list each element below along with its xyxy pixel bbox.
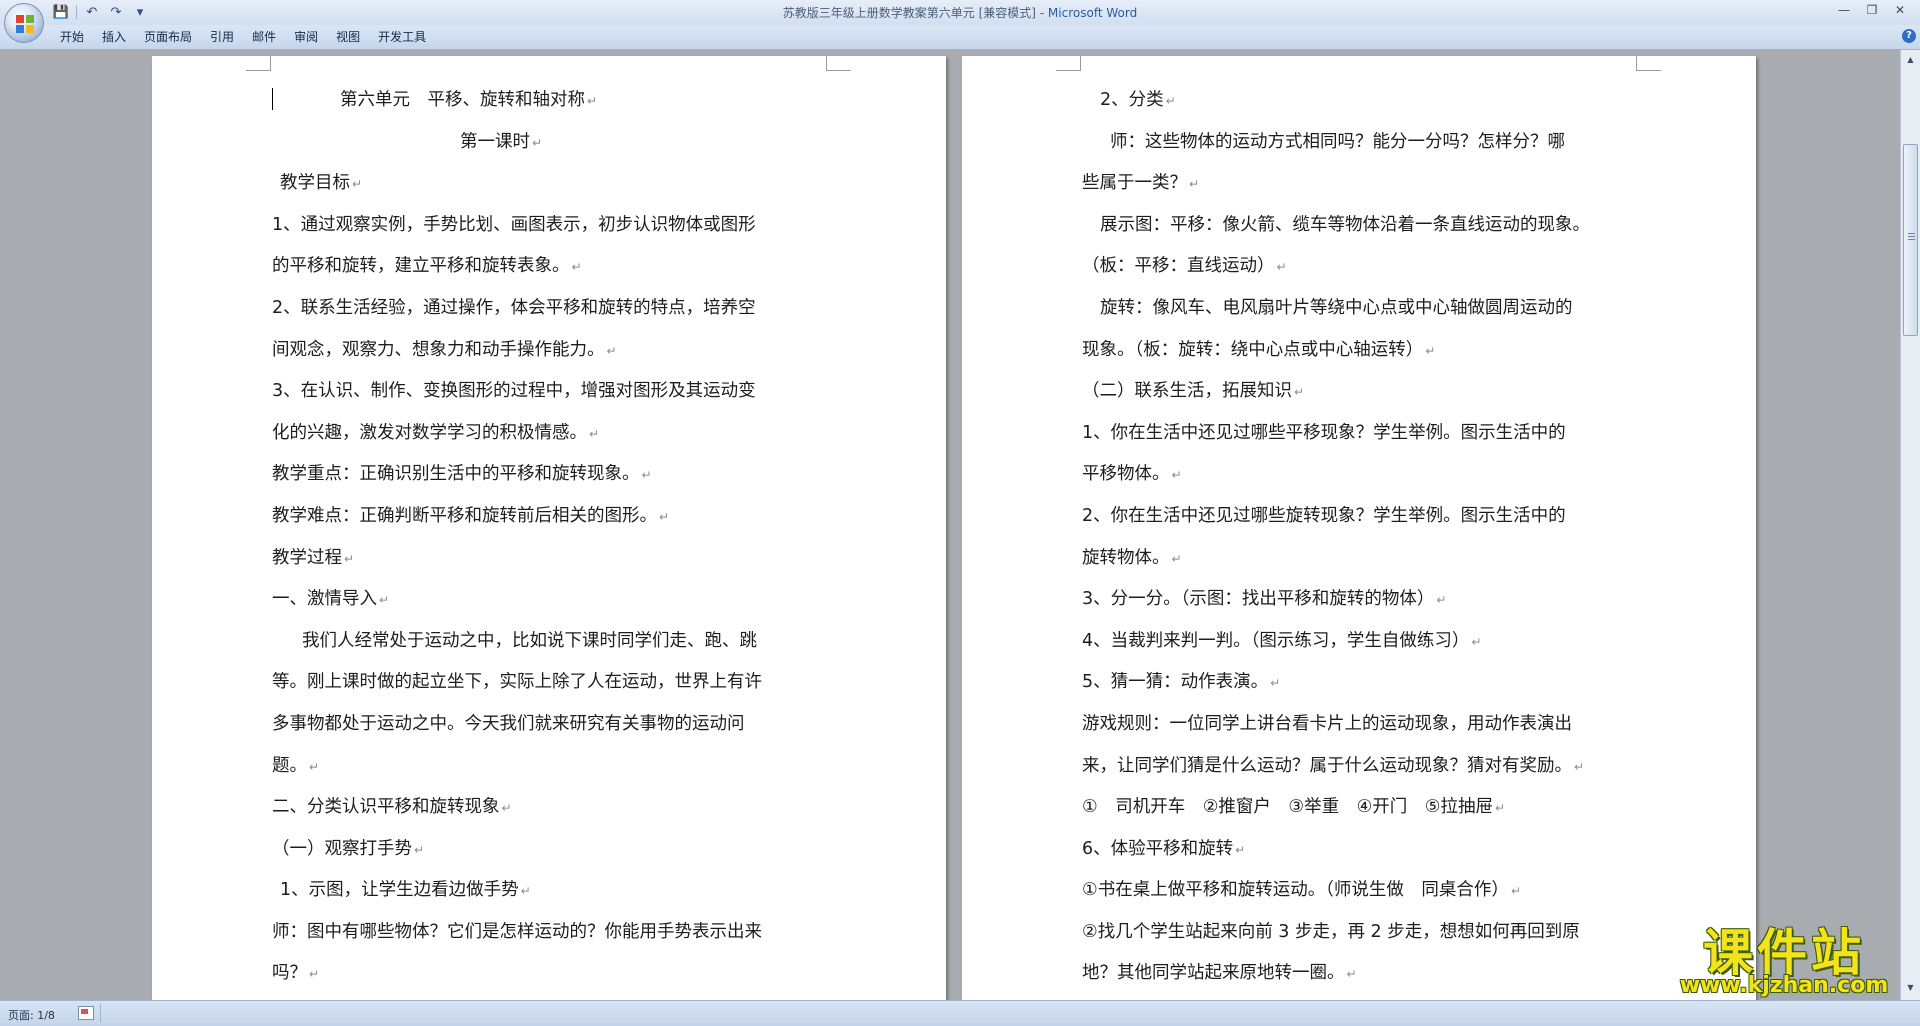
doc-line: 多事物都处于运动之中。今天我们就来研究有关事物的运动问 bbox=[272, 713, 745, 734]
doc-line: 来，让同学们猜是什么运动？属于什么运动现象？猜对有奖励。 ↵ bbox=[1082, 755, 1585, 776]
doc-line: 旋转物体。 ↵ bbox=[1082, 547, 1182, 568]
office-logo-icon bbox=[16, 15, 34, 33]
doc-line: 等。刚上课时做的起立坐下，实际上除了人在运动，世界上有许 bbox=[272, 672, 762, 693]
watermark-url: www.kjzhan.com bbox=[1679, 973, 1889, 998]
doc-line: 教学难点：正确判断平移和旋转前后相关的图形。 ↵ bbox=[272, 505, 670, 526]
doc-line: 6、体验平移和旋转 ↵ bbox=[1082, 838, 1246, 859]
doc-line: 平移物体。 ↵ bbox=[1082, 464, 1182, 485]
doc-line: 3、在认识、制作、变换图形的过程中，增强对图形及其运动变 bbox=[272, 381, 756, 402]
doc-line: （一）观察打手势 ↵ bbox=[272, 838, 425, 859]
doc-line: ②找几个学生站起来向前 3 步走，再 2 步走，想想如何再回到原 bbox=[1082, 921, 1580, 942]
doc-line: 游戏规则：一位同学上讲台看卡片上的运动现象，用动作表演出 bbox=[1082, 713, 1572, 734]
tab-view[interactable]: 视图 bbox=[336, 29, 378, 45]
margin-corner-mark bbox=[826, 56, 851, 71]
doc-line: 二、分类认识平移和旋转现象 ↵ bbox=[272, 797, 512, 818]
tab-page-layout[interactable]: 页面布局 bbox=[144, 29, 210, 45]
tab-references[interactable]: 引用 bbox=[210, 29, 252, 45]
tab-home[interactable]: 开始 bbox=[60, 29, 102, 45]
window-title: 苏教版三年级上册数学教案第六单元 [兼容模式] - Microsoft Word bbox=[0, 4, 1920, 21]
doc-line: 5、猜一猜：动作表演。 ↵ bbox=[1082, 672, 1281, 693]
doc-line: 化的兴趣，激发对数学学习的积极情感。 ↵ bbox=[272, 422, 600, 443]
left-page-text[interactable]: 第六单元 平移、旋转和轴对称 ↵ 第一课时 ↵ 教学目标 ↵ 1、通过观察实例，手势比… bbox=[272, 80, 832, 995]
doc-line: 1、示图，让学生边看边做手势 ↵ bbox=[280, 880, 531, 901]
app-name: Microsoft Word bbox=[1047, 6, 1138, 20]
tab-insert[interactable]: 插入 bbox=[102, 29, 144, 45]
doc-line: 展示图：平移：像火箭、缆车等物体沿着一条直线运动的现象。 bbox=[1100, 214, 1590, 235]
doc-line: 3、分一分。（示图：找出平移和旋转的物体） ↵ bbox=[1082, 589, 1447, 610]
doc-line: 我们人经常处于运动之中，比如说下课时同学们走、跑、跳 bbox=[302, 630, 757, 651]
doc-line: 教学过程 ↵ bbox=[272, 547, 355, 568]
doc-line: 2、分类 ↵ bbox=[1100, 90, 1176, 110]
doc-line: 第六单元 平移、旋转和轴对称 ↵ bbox=[340, 90, 598, 110]
minimize-button[interactable]: — bbox=[1830, 0, 1858, 20]
office-button[interactable] bbox=[4, 3, 44, 43]
document-title: 苏教版三年级上册数学教案第六单元 [兼容模式] - bbox=[782, 6, 1048, 20]
document-page-right[interactable]: 2、分类 ↵ 师：这些物体的运动方式相同吗？能分一分吗？怎样分？哪 些属于一类？ ↵… bbox=[962, 56, 1756, 1000]
doc-line: 2、你在生活中还见过哪些旋转现象？学生举例。图示生活中的 bbox=[1082, 505, 1566, 526]
tab-developer[interactable]: 开发工具 bbox=[378, 29, 444, 45]
doc-line: 第一课时 ↵ bbox=[460, 131, 543, 152]
status-bar: 页面: 1/8 bbox=[0, 1000, 1920, 1026]
scroll-up-icon[interactable]: ▲ bbox=[1902, 52, 1919, 68]
doc-line: （板：平移：直线运动） ↵ bbox=[1082, 256, 1287, 277]
document-workspace: 第六单元 平移、旋转和轴对称 ↵ 第一课时 ↵ 教学目标 ↵ 1、通过观察实例，手势比… bbox=[0, 50, 1900, 1000]
grip-icon bbox=[1908, 233, 1915, 234]
right-page-text[interactable]: 2、分类 ↵ 师：这些物体的运动方式相同吗？能分一分吗？怎样分？哪 些属于一类？ ↵… bbox=[1082, 80, 1652, 995]
document-page-left[interactable]: 第六单元 平移、旋转和轴对称 ↵ 第一课时 ↵ 教学目标 ↵ 1、通过观察实例，手势比… bbox=[152, 56, 946, 1000]
doc-line: ① 司机开车 ②推窗户 ③举重 ④开门 ⑤拉抽屉 ↵ bbox=[1082, 797, 1506, 818]
doc-line: 间观念，观察力、想象力和动手操作能力。 ↵ bbox=[272, 339, 617, 360]
scroll-down-icon[interactable]: ▼ bbox=[1902, 980, 1919, 996]
doc-line: 教学重点：正确识别生活中的平移和旋转现象。 ↵ bbox=[272, 464, 652, 485]
vertical-scrollbar[interactable]: ▲ ▼ bbox=[1900, 50, 1920, 1000]
page-count-status[interactable]: 页面: 1/8 bbox=[8, 1007, 55, 1023]
doc-line: 4、当裁判来判一判。（图示练习，学生自做练习） ↵ bbox=[1082, 630, 1482, 651]
doc-line: 吗？ ↵ bbox=[272, 963, 320, 984]
doc-line: 师：这些物体的运动方式相同吗？能分一分吗？怎样分？哪 bbox=[1110, 131, 1565, 152]
scrollbar-thumb[interactable] bbox=[1903, 144, 1918, 336]
margin-corner-mark bbox=[1056, 56, 1081, 71]
ribbon-tabs: 开始 插入 页面布局 引用 邮件 审阅 视图 开发工具 ? bbox=[0, 25, 1920, 50]
doc-line: 的平移和旋转，建立平移和旋转表象。 ↵ bbox=[272, 256, 582, 277]
margin-corner-mark bbox=[246, 56, 271, 71]
doc-line: 1、你在生活中还见过哪些平移现象？学生举例。图示生活中的 bbox=[1082, 422, 1566, 443]
margin-corner-mark bbox=[1636, 56, 1661, 71]
doc-line: 现象。（板：旋转：绕中心点或中心轴运转） ↵ bbox=[1082, 339, 1436, 360]
doc-line: 一、激情导入 ↵ bbox=[272, 589, 390, 610]
tab-review[interactable]: 审阅 bbox=[294, 29, 336, 45]
doc-line: 1、通过观察实例，手势比划、画图表示，初步认识物体或图形 bbox=[272, 214, 756, 235]
status-separator bbox=[100, 1004, 101, 1022]
doc-line: 题。 ↵ bbox=[272, 755, 320, 776]
macro-record-icon[interactable] bbox=[78, 1006, 94, 1020]
doc-line: 2、联系生活经验，通过操作，体会平移和旋转的特点，培养空 bbox=[272, 297, 756, 318]
doc-line: 些属于一类？ ↵ bbox=[1082, 173, 1200, 194]
doc-line: 教学目标 ↵ bbox=[280, 173, 363, 194]
site-watermark: 课件站 www.kjzhan.com bbox=[1670, 925, 1898, 997]
close-button[interactable]: ✕ bbox=[1886, 0, 1914, 20]
doc-line: 师：图中有哪些物体？它们是怎样运动的？你能用手势表示出来 bbox=[272, 921, 762, 942]
doc-line: （二）联系生活，拓展知识 ↵ bbox=[1082, 381, 1305, 402]
window-controls: — ❐ ✕ bbox=[1830, 0, 1914, 20]
title-bar: 💾 ↶ ↷ ▾ 苏教版三年级上册数学教案第六单元 [兼容模式] - Micros… bbox=[0, 0, 1920, 26]
doc-line: ①书在桌上做平移和旋转运动。（师说生做 同桌合作） ↵ bbox=[1082, 880, 1521, 901]
doc-line: 地？其他同学站起来原地转一圈。 ↵ bbox=[1082, 963, 1357, 984]
restore-button[interactable]: ❐ bbox=[1858, 0, 1886, 20]
doc-line: 旋转：像风车、电风扇叶片等绕中心点或中心轴做圆周运动的 bbox=[1100, 297, 1573, 318]
tab-mailings[interactable]: 邮件 bbox=[252, 29, 294, 45]
help-icon[interactable]: ? bbox=[1902, 29, 1916, 43]
